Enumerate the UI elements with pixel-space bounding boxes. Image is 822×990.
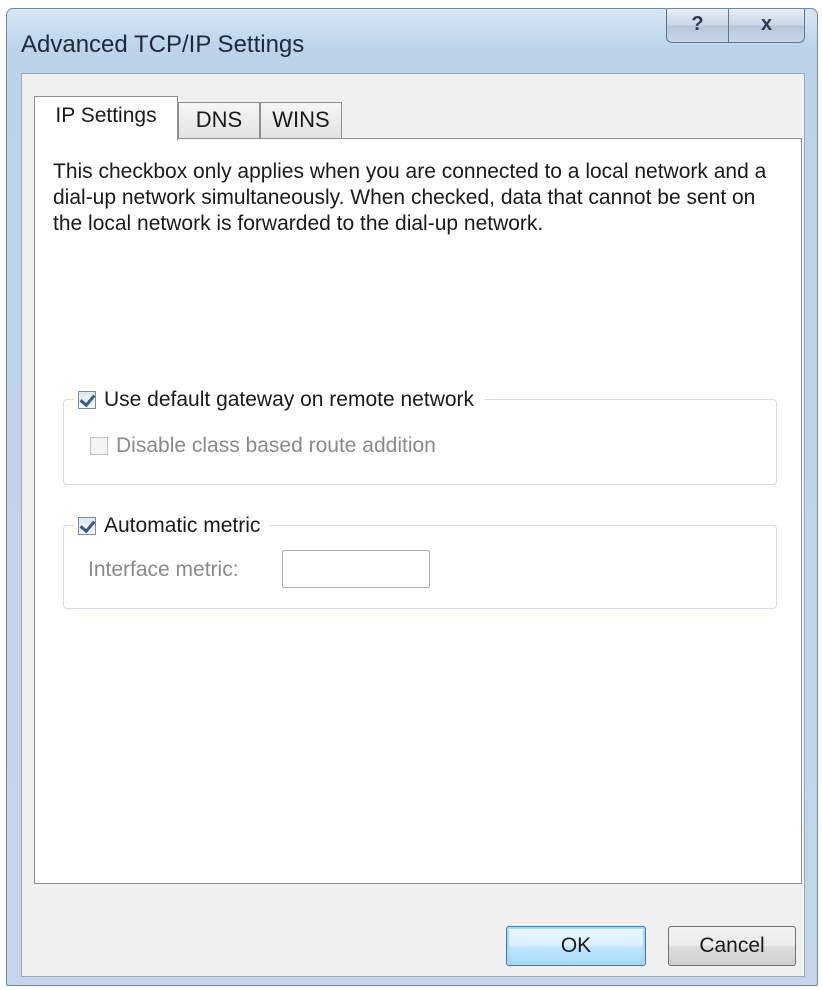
metric-groupbox: Automatic metric Interface metric: <box>63 511 777 609</box>
disable-class-route-label: Disable class based route addition <box>116 434 436 457</box>
tab-panel-ip-settings: This checkbox only applies when you are … <box>34 138 802 884</box>
metric-legend[interactable]: Automatic metric <box>74 511 271 541</box>
interface-metric-input[interactable] <box>282 550 430 588</box>
window-title: Advanced TCP/IP Settings <box>21 31 305 58</box>
interface-metric-label: Interface metric: <box>88 558 239 581</box>
use-default-gateway-label[interactable]: Use default gateway on remote network <box>104 388 474 412</box>
title-bar[interactable]: Advanced TCP/IP Settings ? x <box>7 9 817 73</box>
dialog-window: Advanced TCP/IP Settings ? x IP Settings… <box>6 8 818 986</box>
dialog-client-area: IP Settings DNS WINS This checkbox only … <box>21 73 805 977</box>
automatic-metric-label[interactable]: Automatic metric <box>104 514 260 538</box>
help-icon: ? <box>691 13 704 35</box>
help-button[interactable]: ? <box>666 9 729 43</box>
tab-dns[interactable]: DNS <box>178 102 260 138</box>
close-button[interactable]: x <box>729 9 805 43</box>
tab-ip-settings[interactable]: IP Settings <box>34 96 178 140</box>
automatic-metric-checkbox[interactable] <box>78 517 96 535</box>
ok-button[interactable]: OK <box>506 926 646 966</box>
use-default-gateway-checkbox[interactable] <box>78 391 96 409</box>
cancel-button[interactable]: Cancel <box>668 926 796 966</box>
tab-wins[interactable]: WINS <box>260 102 342 138</box>
gateway-legend[interactable]: Use default gateway on remote network <box>74 385 485 415</box>
disable-class-route-checkbox[interactable] <box>90 437 108 455</box>
disable-class-route-row: Disable class based route addition <box>90 434 436 458</box>
close-icon: x <box>760 13 773 35</box>
description-text: This checkbox only applies when you are … <box>53 160 767 235</box>
gateway-groupbox: Use default gateway on remote network Di… <box>63 385 777 485</box>
